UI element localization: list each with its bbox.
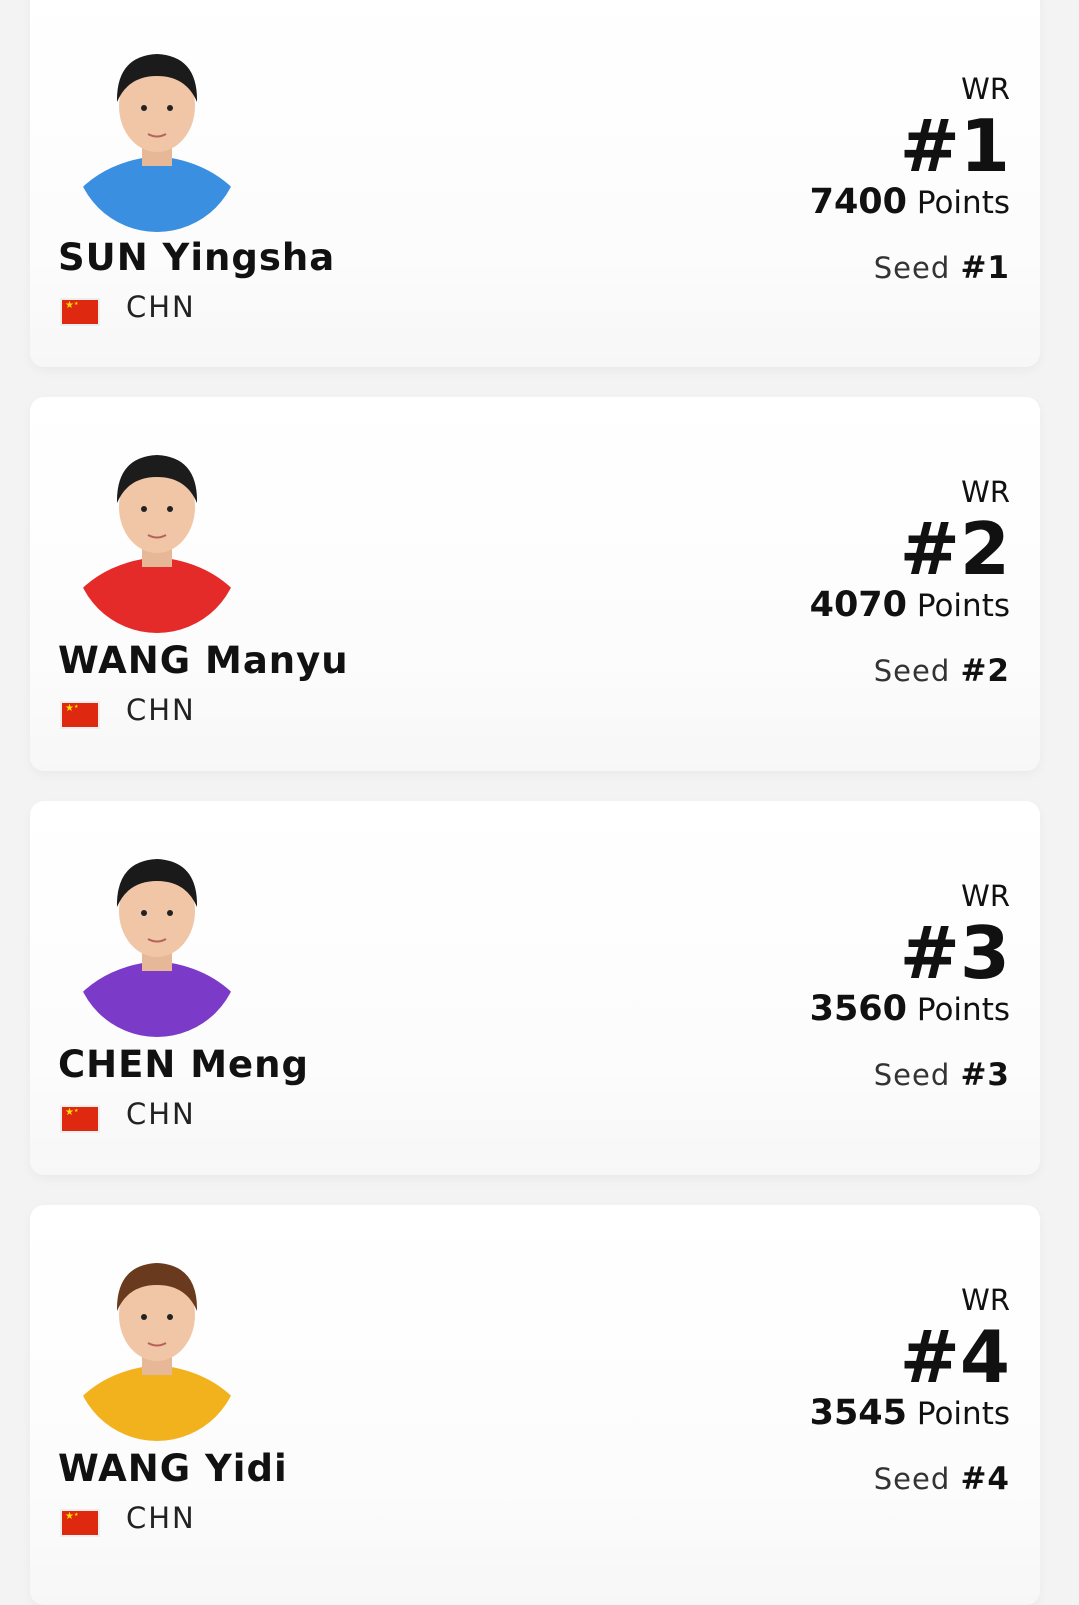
china-flag-icon: ★ ★ [60,1105,100,1133]
player-photo [74,437,240,633]
player-card[interactable]: SUN Yingsha ★ ★ CHN WR #1 7400 Points See… [30,0,1040,367]
player-name[interactable]: WANG Yidi [58,1447,288,1490]
seed: Seed #2 [874,653,1010,689]
player-photo [74,36,240,232]
player-name[interactable]: SUN Yingsha [58,236,335,279]
world-ranking-label: WR [961,879,1010,913]
country-code: CHN [126,290,196,324]
seed: Seed #4 [874,1461,1010,1497]
player-photo [74,841,240,1037]
ranking-points: 3560 Points [810,989,1010,1029]
seed-label: Seed [873,654,951,688]
world-ranking: #4 [899,1315,1010,1399]
player-list: SUN Yingsha ★ ★ CHN WR #1 7400 Points See… [0,0,1079,1605]
points-label: Points [916,992,1010,1028]
china-flag-icon: ★ ★ [60,298,100,326]
ranking-points: 7400 Points [810,182,1010,222]
player-card[interactable]: WANG Yidi ★ ★ CHN WR #4 3545 Points Seed … [30,1205,1040,1605]
player-photo [74,1245,240,1441]
world-ranking: #1 [899,104,1010,188]
points-value: 7400 [809,182,908,222]
seed: Seed #3 [874,1057,1010,1093]
seed-value: #1 [960,250,1010,286]
seed-value: #4 [960,1461,1010,1497]
player-name[interactable]: CHEN Meng [58,1043,309,1086]
seed-label: Seed [873,251,951,285]
country-code: CHN [126,693,196,727]
world-ranking-label: WR [961,475,1010,509]
points-value: 3560 [809,989,908,1029]
player-card[interactable]: CHEN Meng ★ ★ CHN WR #3 3560 Points Seed … [30,801,1040,1175]
points-label: Points [916,185,1010,221]
points-label: Points [916,588,1010,624]
ranking-points: 3545 Points [810,1393,1010,1433]
seed-value: #2 [960,653,1010,689]
seed-value: #3 [960,1057,1010,1093]
points-label: Points [916,1396,1010,1432]
world-ranking: #2 [899,507,1010,591]
player-card[interactable]: WANG Manyu ★ ★ CHN WR #2 4070 Points Seed… [30,397,1040,771]
seed-label: Seed [873,1058,951,1092]
country-code: CHN [126,1097,196,1131]
china-flag-icon: ★ ★ [60,701,100,729]
points-value: 3545 [809,1393,908,1433]
country-code: CHN [126,1501,196,1535]
world-ranking-label: WR [961,72,1010,106]
seed: Seed #1 [874,250,1010,286]
player-name[interactable]: WANG Manyu [58,639,349,682]
points-value: 4070 [809,585,908,625]
world-ranking-label: WR [961,1283,1010,1317]
world-ranking: #3 [899,911,1010,995]
china-flag-icon: ★ ★ [60,1509,100,1537]
ranking-points: 4070 Points [810,585,1010,625]
seed-label: Seed [873,1462,951,1496]
